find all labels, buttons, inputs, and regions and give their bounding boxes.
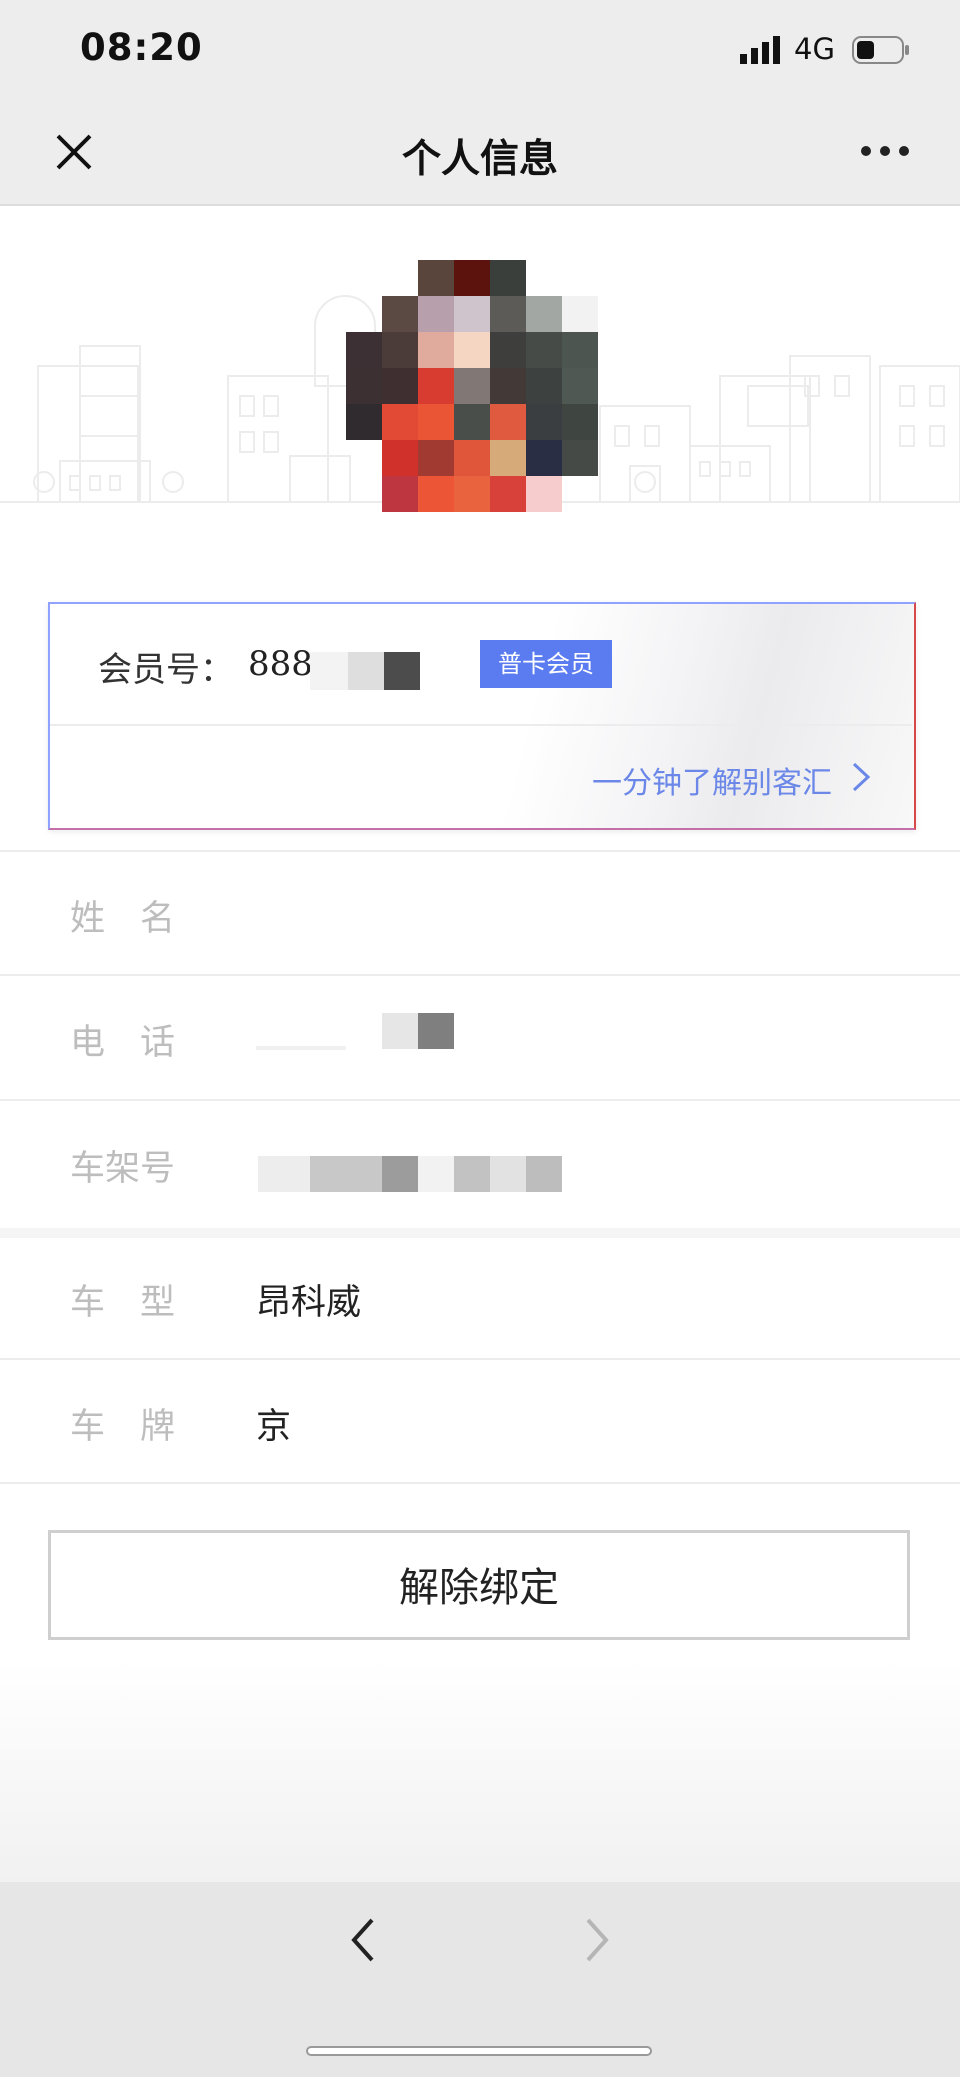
redacted-block xyxy=(310,652,348,690)
redacted-block xyxy=(348,652,384,690)
member-number-label: 会员号： xyxy=(98,650,234,690)
battery-icon xyxy=(852,36,910,68)
phone-label: 电 话 xyxy=(70,1023,176,1063)
name-label: 姓 名 xyxy=(70,899,176,939)
redacted-block xyxy=(382,1013,418,1049)
row-divider xyxy=(0,1358,960,1360)
chevron-right-icon[interactable] xyxy=(580,1912,614,1972)
chevron-left-icon[interactable] xyxy=(346,1912,380,1972)
section-gap xyxy=(0,1228,960,1238)
row-divider xyxy=(0,974,960,976)
vin-label: 车架号 xyxy=(70,1149,176,1189)
card-divider xyxy=(50,724,912,726)
redacted-vin xyxy=(258,1156,564,1192)
row-divider xyxy=(0,850,960,852)
signal-icon xyxy=(740,36,784,68)
membership-badge: 普卡会员 xyxy=(480,640,612,688)
plate-value: 京 xyxy=(256,1407,292,1447)
home-indicator xyxy=(306,2046,652,2056)
redacted-block xyxy=(256,1046,346,1050)
redacted-block xyxy=(418,1013,454,1049)
model-label: 车 型 xyxy=(70,1283,176,1323)
more-icon[interactable] xyxy=(860,136,910,166)
learn-more-link[interactable]: 一分钟了解别客汇 xyxy=(592,758,832,802)
row-divider xyxy=(0,1482,960,1484)
unbind-button[interactable]: 解除绑定 xyxy=(48,1530,910,1640)
row-divider xyxy=(0,1099,960,1101)
page-title: 个人信息 xyxy=(401,137,558,182)
background-fade xyxy=(0,1660,960,1882)
avatar[interactable] xyxy=(346,260,598,512)
model-value: 昂科威 xyxy=(256,1283,362,1323)
plate-label: 车 牌 xyxy=(70,1407,176,1447)
chevron-right-icon[interactable] xyxy=(850,760,872,798)
network-type: 4G xyxy=(794,32,835,66)
redacted-block xyxy=(384,652,420,690)
member-number: 888 xyxy=(248,644,313,684)
status-time: 08:20 xyxy=(80,26,203,69)
